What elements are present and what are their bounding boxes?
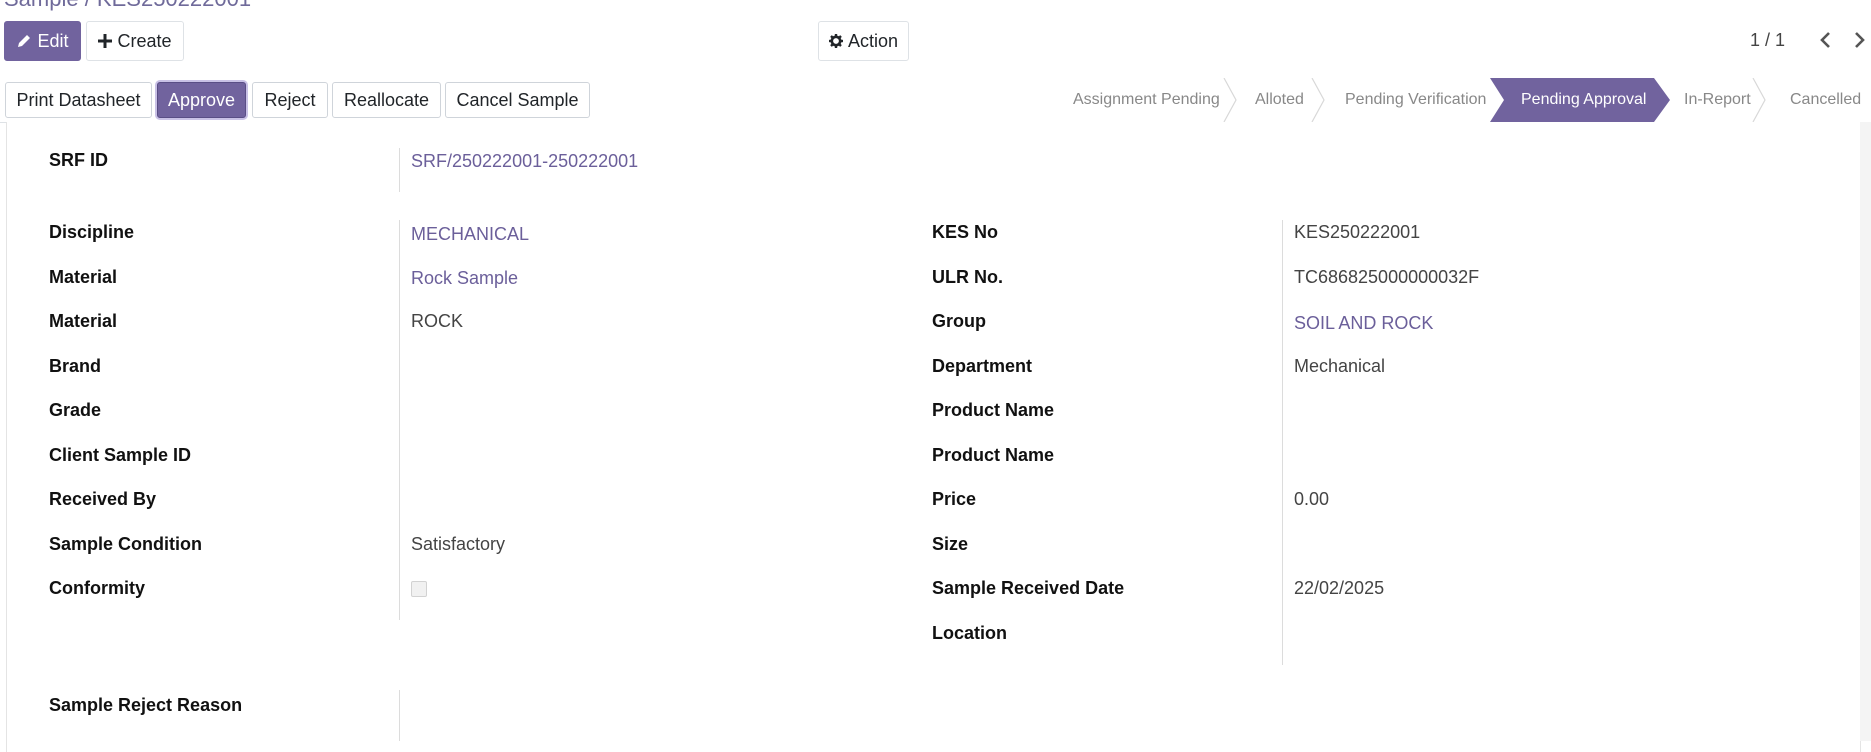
create-button[interactable]: Create xyxy=(86,21,184,61)
group-value[interactable]: SOIL AND ROCK xyxy=(1294,313,1433,334)
product-name-secondary-label: Product Name xyxy=(932,445,1055,465)
cancel-sample-button[interactable]: Cancel Sample xyxy=(445,82,590,118)
grade-label: Grade xyxy=(49,400,102,420)
chevron-right-icon xyxy=(1854,31,1866,54)
stage-assignment-pending[interactable]: Assignment Pending xyxy=(1073,78,1220,122)
material-type-label: Material xyxy=(49,311,118,331)
plus-icon xyxy=(98,34,113,48)
stage-in-report[interactable]: In-Report xyxy=(1684,78,1751,122)
form-sheet xyxy=(6,122,1861,752)
create-button-label: Create xyxy=(117,30,172,51)
conformity-label: Conformity xyxy=(49,578,145,598)
price-label: Price xyxy=(932,489,977,509)
material-type-value: ROCK xyxy=(411,311,464,331)
column-divider xyxy=(399,220,400,620)
stage-pending-approval[interactable]: Pending Approval xyxy=(1521,78,1646,122)
gear-icon xyxy=(828,34,843,48)
action-button-label: Action xyxy=(847,30,899,51)
stage-separator xyxy=(1223,78,1237,122)
reallocate-button[interactable]: Reallocate xyxy=(332,82,441,118)
action-button[interactable]: Action xyxy=(818,21,909,61)
column-divider xyxy=(399,148,400,192)
client-sample-id-label: Client Sample ID xyxy=(49,445,192,465)
edit-button-label: Edit xyxy=(37,30,69,51)
form-statusbar: Print Datasheet Approve Reject Reallocat… xyxy=(0,78,1871,123)
product-name-label: Product Name xyxy=(932,400,1055,420)
kes-no-label: KES No xyxy=(932,222,999,242)
column-divider xyxy=(399,690,400,741)
chevron-left-icon xyxy=(1819,31,1831,54)
stage-pending-verification[interactable]: Pending Verification xyxy=(1345,78,1486,122)
brand-label: Brand xyxy=(49,356,102,376)
stage-alloted[interactable]: Alloted xyxy=(1255,78,1304,122)
material-value[interactable]: Rock Sample xyxy=(411,268,518,289)
sample-condition-label: Sample Condition xyxy=(49,534,202,554)
ulr-no-value: TC686825000000032F xyxy=(1294,267,1480,287)
control-panel: Edit Create Action 1 / 1 xyxy=(0,0,1871,79)
department-label: Department xyxy=(932,356,1033,376)
price-value: 0.00 xyxy=(1294,489,1330,509)
pager-next-button[interactable] xyxy=(1850,28,1870,56)
column-divider xyxy=(1282,220,1283,665)
kes-no-value: KES250222001 xyxy=(1294,222,1421,242)
received-by-label: Received By xyxy=(49,489,157,509)
sample-received-date-label: Sample Received Date xyxy=(932,578,1125,598)
srf-id-value[interactable]: SRF/250222001-250222001 xyxy=(411,151,638,172)
sample-condition-value: Satisfactory xyxy=(411,534,506,554)
scrollbar[interactable] xyxy=(1860,122,1871,741)
pager-previous-button[interactable] xyxy=(1815,28,1835,56)
conformity-checkbox[interactable] xyxy=(411,581,427,597)
ulr-no-label: ULR No. xyxy=(932,267,1003,287)
group-label: Group xyxy=(932,311,986,331)
approve-button[interactable]: Approve xyxy=(157,82,246,118)
print-datasheet-button[interactable]: Print Datasheet xyxy=(5,82,152,118)
srf-id-label: SRF ID xyxy=(49,150,109,170)
sample-received-date-value: 22/02/2025 xyxy=(1294,578,1385,598)
department-value: Mechanical xyxy=(1294,356,1386,376)
reject-button[interactable]: Reject xyxy=(252,82,328,118)
stage-cancelled[interactable]: Cancelled xyxy=(1790,78,1861,122)
pencil-icon xyxy=(16,33,32,49)
edit-button[interactable]: Edit xyxy=(4,21,81,61)
stage-separator xyxy=(1752,78,1766,122)
discipline-label: Discipline xyxy=(49,222,135,242)
location-label: Location xyxy=(932,623,1007,643)
stage-separator xyxy=(1311,78,1325,122)
pager-value[interactable]: 1 / 1 xyxy=(1750,30,1785,51)
discipline-value[interactable]: MECHANICAL xyxy=(411,224,529,245)
size-label: Size xyxy=(932,534,969,554)
material-label: Material xyxy=(49,267,118,287)
sample-reject-reason-label: Sample Reject Reason xyxy=(49,695,243,715)
